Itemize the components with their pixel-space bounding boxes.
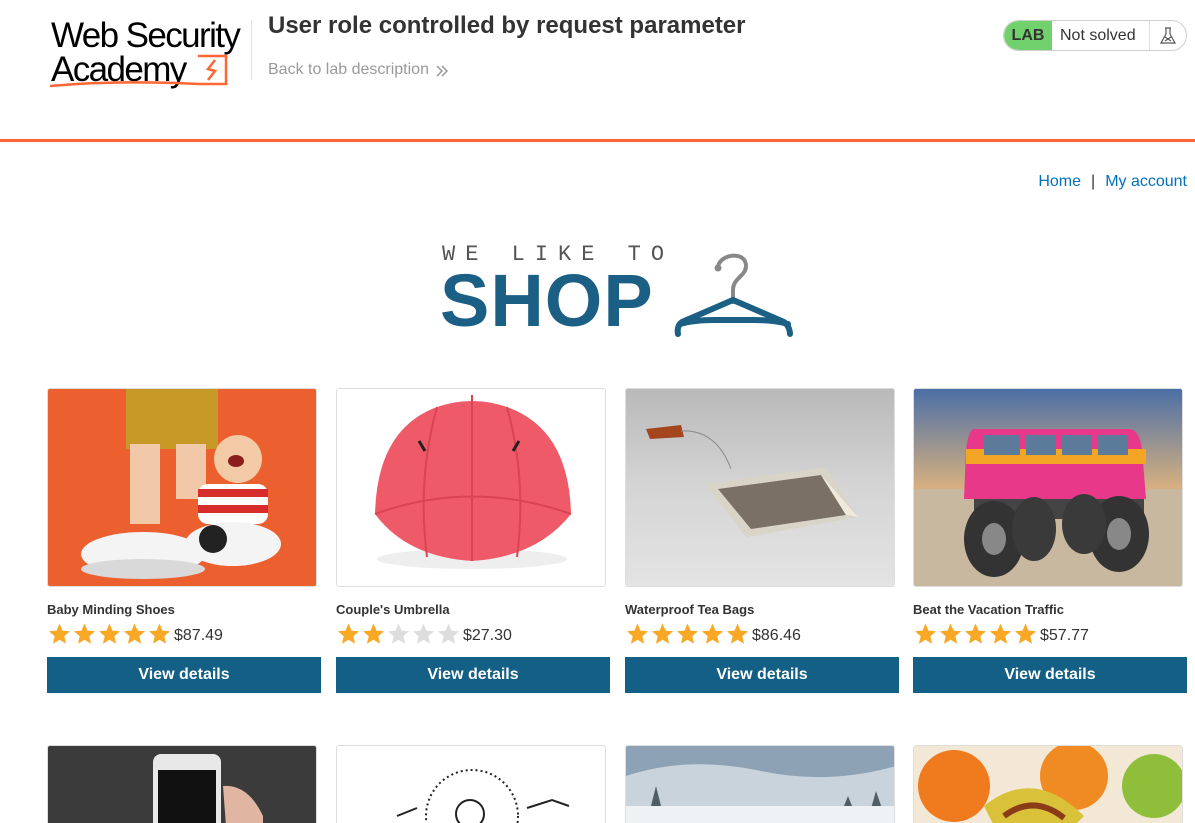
shop-banner: WE LIKE TO SHOP xyxy=(440,240,800,340)
product-card: Beat the Vacation Traffic $57.77 View de… xyxy=(913,388,1188,693)
star-rating xyxy=(47,622,172,646)
double-chevron-right-icon xyxy=(436,64,449,77)
product-image-waterproof-tea-bags xyxy=(625,388,895,587)
lab-title: User role controlled by request paramete… xyxy=(268,12,746,39)
web-security-academy-logo[interactable]: Web Security Academy xyxy=(48,16,248,90)
lab-header: Web Security Academy User role controlle… xyxy=(0,0,1195,142)
product-price: $57.77 xyxy=(1040,626,1089,644)
product-price: $87.49 xyxy=(174,626,223,644)
product-rating-row: $87.49 xyxy=(47,621,322,647)
back-to-lab-description-link[interactable]: Back to lab description xyxy=(268,61,449,79)
product-name: Couple's Umbrella xyxy=(336,602,450,617)
star-filled-icon xyxy=(651,623,674,644)
product-name: Baby Minding Shoes xyxy=(47,602,175,617)
product-rating-row: $27.30 xyxy=(336,621,611,647)
product-card: Baby Minding Shoes $87.49 View details xyxy=(47,388,322,693)
view-details-button[interactable]: View details xyxy=(336,657,610,693)
lab-status-text: Not solved xyxy=(1052,21,1150,50)
star-filled-icon xyxy=(676,623,699,644)
product-image-couples-umbrella xyxy=(336,388,606,587)
star-rating xyxy=(625,622,750,646)
star-empty-icon xyxy=(437,623,460,644)
star-filled-icon xyxy=(726,623,749,644)
hanger-icon xyxy=(674,253,793,337)
star-filled-icon xyxy=(701,623,724,644)
top-navigation: Home | My account xyxy=(1038,173,1187,191)
star-filled-icon xyxy=(337,623,360,644)
product-image-phone xyxy=(47,745,317,823)
nav-separator: | xyxy=(1091,173,1096,190)
star-empty-icon xyxy=(387,623,410,644)
star-filled-icon xyxy=(362,623,385,644)
product-price: $27.30 xyxy=(463,626,512,644)
view-details-button[interactable]: View details xyxy=(913,657,1187,693)
product-image-baby-minding-shoes xyxy=(47,388,317,587)
product-rating-row: $57.77 xyxy=(913,621,1188,647)
star-filled-icon xyxy=(964,623,987,644)
product-rating-row: $86.46 xyxy=(625,621,900,647)
product-image-fruit xyxy=(913,745,1183,823)
logo-bolt-icon xyxy=(49,54,228,88)
star-filled-icon xyxy=(123,623,146,644)
product-image-snow xyxy=(625,745,895,823)
star-filled-icon xyxy=(48,623,71,644)
lab-status-widget: LAB Not solved xyxy=(1003,20,1187,51)
product-name: Beat the Vacation Traffic xyxy=(913,602,1064,617)
product-image-beat-the-vacation-traffic xyxy=(913,388,1183,587)
star-filled-icon xyxy=(1014,623,1037,644)
header-divider xyxy=(251,20,252,80)
star-filled-icon xyxy=(73,623,96,644)
product-card: Waterproof Tea Bags $86.46 View details xyxy=(625,388,900,693)
star-filled-icon xyxy=(989,623,1012,644)
star-filled-icon xyxy=(626,623,649,644)
star-empty-icon xyxy=(412,623,435,644)
view-details-button[interactable]: View details xyxy=(625,657,899,693)
view-details-button[interactable]: View details xyxy=(47,657,321,693)
star-rating xyxy=(913,622,1038,646)
product-image-sketch xyxy=(336,745,606,823)
star-filled-icon xyxy=(914,623,937,644)
nav-home-link[interactable]: Home xyxy=(1038,173,1081,191)
lab-badge: LAB xyxy=(1004,21,1052,50)
product-name: Waterproof Tea Bags xyxy=(625,602,755,617)
star-filled-icon xyxy=(939,623,962,644)
star-rating xyxy=(336,622,461,646)
nav-my-account-link[interactable]: My account xyxy=(1105,173,1187,191)
banner-title: SHOP xyxy=(440,259,654,342)
flask-icon xyxy=(1150,21,1186,50)
star-filled-icon xyxy=(98,623,121,644)
product-price: $86.46 xyxy=(752,626,801,644)
star-filled-icon xyxy=(148,623,171,644)
back-link-label: Back to lab description xyxy=(268,61,429,78)
product-card: Couple's Umbrella $27.30 View details xyxy=(336,388,611,693)
